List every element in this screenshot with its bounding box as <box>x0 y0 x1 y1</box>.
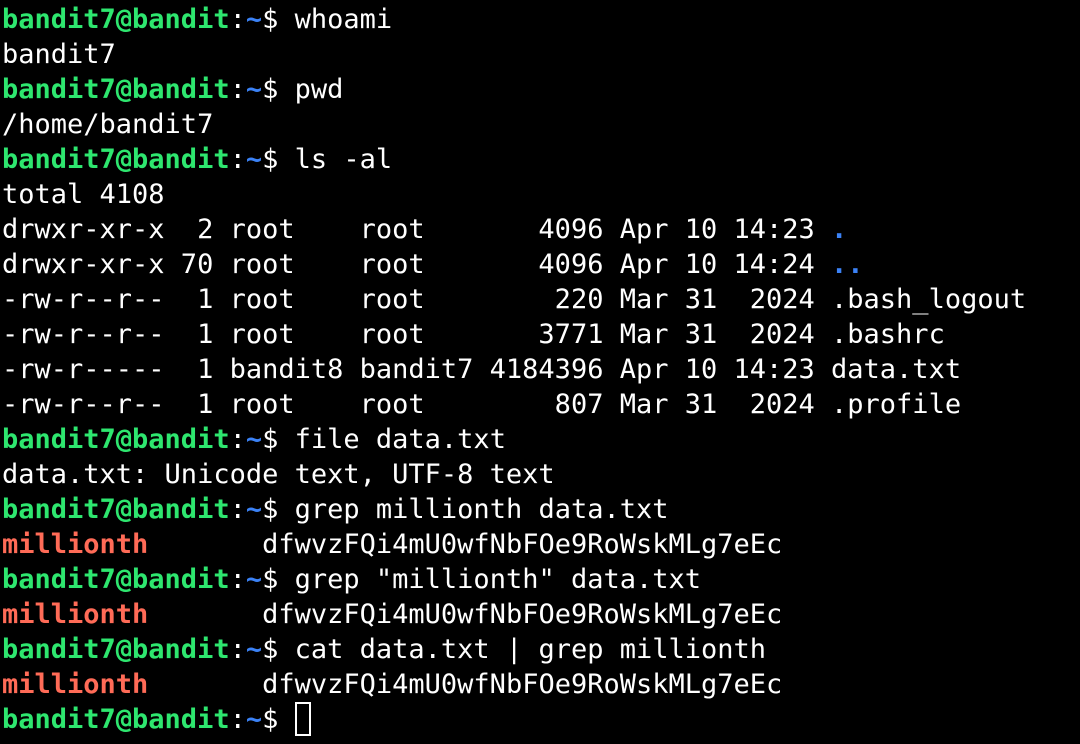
command-text: cat data.txt | grep millionth <box>294 634 767 665</box>
prompt-colon: : <box>229 74 246 105</box>
command-text: file data.txt <box>294 424 506 455</box>
output-line: total 4108 <box>2 179 165 210</box>
prompt-colon: : <box>229 424 246 455</box>
prompt-path: ~ <box>245 144 263 175</box>
command-text: grep millionth data.txt <box>294 494 669 525</box>
prompt-dollar: $ <box>262 634 295 665</box>
prompt-path: ~ <box>245 704 263 735</box>
grep-value: dfwvzFQi4mU0wfNbFOe9RoWskMLg7eEc <box>262 669 783 700</box>
ls-row-name: . <box>831 214 848 245</box>
prompt-user-host: bandit7@bandit <box>2 494 230 525</box>
grep-match: millionth <box>2 669 149 700</box>
prompt-path: ~ <box>245 424 263 455</box>
prompt-path: ~ <box>245 564 263 595</box>
grep-result-line: millionth dfwvzFQi4mU0wfNbFOe9RoWskMLg7e… <box>2 667 1080 702</box>
ls-row: -rw-r--r-- 1 root root 3771 Mar 31 2024 … <box>2 317 1080 352</box>
ls-row-meta: drwxr-xr-x 70 root root 4096 Apr 10 14:2… <box>2 249 832 280</box>
ls-row: drwxr-xr-x 2 root root 4096 Apr 10 14:23… <box>2 212 1080 247</box>
ls-row: -rw-r----- 1 bandit8 bandit7 4184396 Apr… <box>2 352 1080 387</box>
ls-row: -rw-r--r-- 1 root root 220 Mar 31 2024 .… <box>2 282 1080 317</box>
ls-row-meta: -rw-r--r-- 1 root root 3771 Mar 31 2024 <box>2 319 832 350</box>
prompt-dollar: $ <box>262 564 295 595</box>
prompt-dollar: $ <box>262 4 295 35</box>
text-cursor[interactable] <box>294 702 311 736</box>
output-line: data.txt: Unicode text, UTF-8 text <box>2 459 555 490</box>
prompt-user-host: bandit7@bandit <box>2 564 230 595</box>
prompt-line: bandit7@bandit:~$ grep "millionth" data.… <box>2 562 1080 597</box>
ls-row-name: .profile <box>831 389 962 420</box>
prompt-dollar: $ <box>262 494 295 525</box>
command-text: grep "millionth" data.txt <box>294 564 702 595</box>
grep-gap <box>148 599 262 630</box>
prompt-dollar: $ <box>262 144 295 175</box>
prompt-colon: : <box>229 704 246 735</box>
prompt-colon: : <box>229 144 246 175</box>
output-line: /home/bandit7 <box>2 109 214 140</box>
prompt-dollar: $ <box>262 424 295 455</box>
prompt-user-host: bandit7@bandit <box>2 4 230 35</box>
prompt-user-host: bandit7@bandit <box>2 704 230 735</box>
ls-row-name: data.txt <box>831 354 962 385</box>
grep-match: millionth <box>2 529 149 560</box>
grep-result-line: millionth dfwvzFQi4mU0wfNbFOe9RoWskMLg7e… <box>2 527 1080 562</box>
prompt-dollar: $ <box>262 704 295 735</box>
prompt-dollar: $ <box>262 74 295 105</box>
ls-row-meta: drwxr-xr-x 2 root root 4096 Apr 10 14:23 <box>2 214 832 245</box>
prompt-path: ~ <box>245 4 263 35</box>
prompt-colon: : <box>229 564 246 595</box>
active-prompt-line[interactable]: bandit7@bandit:~$ <box>2 702 1080 737</box>
prompt-colon: : <box>229 4 246 35</box>
prompt-user-host: bandit7@bandit <box>2 144 230 175</box>
command-text: pwd <box>294 74 344 105</box>
grep-value: dfwvzFQi4mU0wfNbFOe9RoWskMLg7eEc <box>262 529 783 560</box>
prompt-line: bandit7@bandit:~$ cat data.txt | grep mi… <box>2 632 1080 667</box>
prompt-line: bandit7@bandit:~$ pwd <box>2 72 1080 107</box>
prompt-line: bandit7@bandit:~$ file data.txt <box>2 422 1080 457</box>
grep-match: millionth <box>2 599 149 630</box>
prompt-path: ~ <box>245 494 263 525</box>
prompt-user-host: bandit7@bandit <box>2 74 230 105</box>
grep-value: dfwvzFQi4mU0wfNbFOe9RoWskMLg7eEc <box>262 599 783 630</box>
grep-gap <box>148 669 262 700</box>
prompt-line: bandit7@bandit:~$ ls -al <box>2 142 1080 177</box>
ls-row: -rw-r--r-- 1 root root 807 Mar 31 2024 .… <box>2 387 1080 422</box>
grep-result-line: millionth dfwvzFQi4mU0wfNbFOe9RoWskMLg7e… <box>2 597 1080 632</box>
prompt-line: bandit7@bandit:~$ grep millionth data.tx… <box>2 492 1080 527</box>
grep-gap <box>148 529 262 560</box>
terminal-window[interactable]: bandit7@bandit:~$ whoami bandit7 bandit7… <box>0 0 1080 744</box>
ls-row-meta: -rw-r--r-- 1 root root 807 Mar 31 2024 <box>2 389 832 420</box>
output-line: bandit7 <box>2 39 116 70</box>
prompt-path: ~ <box>245 74 263 105</box>
prompt-path: ~ <box>245 634 263 665</box>
prompt-colon: : <box>229 494 246 525</box>
ls-row: drwxr-xr-x 70 root root 4096 Apr 10 14:2… <box>2 247 1080 282</box>
command-text: ls -al <box>294 144 393 175</box>
ls-row-name: .bash_logout <box>831 284 1027 315</box>
prompt-user-host: bandit7@bandit <box>2 424 230 455</box>
prompt-user-host: bandit7@bandit <box>2 634 230 665</box>
command-text: whoami <box>294 4 393 35</box>
ls-row-name: .. <box>831 249 864 280</box>
prompt-line: bandit7@bandit:~$ whoami <box>2 2 1080 37</box>
prompt-colon: : <box>229 634 246 665</box>
ls-row-name: .bashrc <box>831 319 945 350</box>
ls-row-meta: -rw-r----- 1 bandit8 bandit7 4184396 Apr… <box>2 354 832 385</box>
ls-row-meta: -rw-r--r-- 1 root root 220 Mar 31 2024 <box>2 284 832 315</box>
